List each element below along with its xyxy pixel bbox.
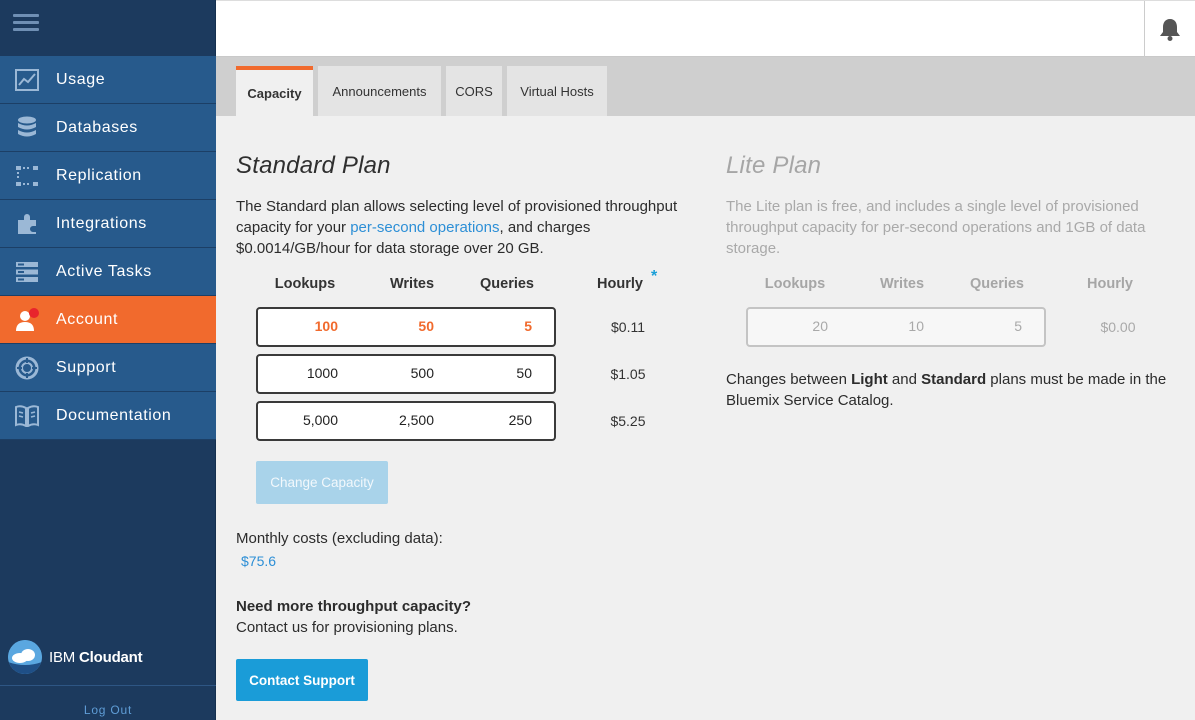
hamburger-menu-icon[interactable]	[13, 14, 39, 34]
lookups-value: 5,000	[302, 412, 338, 428]
queries-value: 50	[516, 365, 532, 381]
cloudant-logo-icon	[8, 640, 42, 674]
chart-line-icon	[14, 67, 40, 93]
column-header-writes: Writes	[879, 276, 925, 292]
hourly-footnote-marker: *	[651, 268, 658, 285]
queries-value: 5	[1014, 318, 1022, 334]
queries-value: 250	[508, 412, 532, 428]
queries-value: 5	[524, 318, 532, 334]
note-text: and	[887, 371, 922, 388]
lite-plan-description: The Lite plan is free, and includes a si…	[726, 198, 1146, 257]
logo-text: IBM Cloudant	[49, 648, 143, 666]
column-header-writes: Writes	[389, 276, 435, 292]
contact-support-button[interactable]: Contact Support	[236, 659, 368, 701]
tab-virtual-hosts[interactable]: Virtual Hosts	[507, 66, 607, 116]
lookups-value: 20	[812, 318, 828, 334]
replication-icon	[14, 163, 40, 189]
note-light: Light	[851, 371, 888, 388]
column-header-lookups: Lookups	[764, 276, 826, 292]
database-icon	[14, 115, 40, 141]
standard-plan-title: Standard Plan	[236, 152, 391, 179]
lookups-value: 100	[314, 318, 338, 334]
divider	[0, 685, 216, 686]
book-icon	[14, 403, 40, 429]
note-standard: Standard	[921, 371, 987, 388]
sidebar-item-integrations[interactable]: Integrations	[0, 200, 216, 248]
sidebar-item-label: Integrations	[56, 214, 147, 232]
change-capacity-button[interactable]: Change Capacity	[256, 461, 388, 504]
more-throughput-heading: Need more throughput capacity?	[236, 598, 472, 615]
hourly-price: $1.05	[610, 366, 646, 382]
tasks-list-icon	[14, 259, 40, 285]
capacity-option-row[interactable]: 100 50 5	[256, 307, 556, 347]
sidebar-item-label: Account	[56, 310, 119, 328]
tab-announcements[interactable]: Announcements	[318, 66, 441, 116]
sidebar-item-usage[interactable]: Usage	[0, 56, 216, 104]
sidebar-item-account[interactable]: Account	[0, 296, 216, 344]
hourly-price: $5.25	[610, 413, 646, 429]
lifebuoy-icon	[14, 355, 40, 381]
monthly-costs-value: $75.6	[241, 553, 277, 569]
top-header	[216, 0, 1195, 57]
writes-value: 500	[410, 365, 434, 381]
sidebar-item-documentation[interactable]: Documentation	[0, 392, 216, 440]
tab-cors[interactable]: CORS	[446, 66, 502, 116]
logo-prefix: IBM	[49, 648, 76, 666]
writes-value: 2,500	[398, 412, 434, 428]
lite-plan-title: Lite Plan	[726, 152, 822, 179]
lookups-value: 1000	[306, 365, 338, 381]
writes-value: 10	[908, 318, 924, 334]
column-header-lookups: Lookups	[274, 276, 336, 292]
tab-capacity[interactable]: Capacity	[236, 66, 313, 116]
sidebar-item-active-tasks[interactable]: Active Tasks	[0, 248, 216, 296]
sidebar-item-label: Databases	[56, 118, 138, 136]
contact-text: Contact us for provisioning plans.	[236, 619, 458, 636]
sidebar-item-databases[interactable]: Databases	[0, 104, 216, 152]
per-second-operations-link[interactable]: per-second operations	[350, 219, 499, 236]
standard-plan-description: The Standard plan allows selecting level…	[236, 196, 696, 259]
bell-icon	[1160, 19, 1180, 41]
user-account-icon	[14, 307, 40, 333]
sidebar-item-label: Support	[56, 358, 117, 376]
note-text: Changes between	[726, 371, 852, 388]
sidebar-nav: Usage Databases Replication Integrations…	[0, 56, 216, 440]
sidebar-item-label: Active Tasks	[56, 262, 152, 280]
sidebar: Usage Databases Replication Integrations…	[0, 0, 216, 720]
capacity-option-row[interactable]: 5,000 2,500 250	[256, 401, 556, 441]
sidebar-item-replication[interactable]: Replication	[0, 152, 216, 200]
monthly-costs-label: Monthly costs (excluding data):	[236, 530, 443, 547]
sidebar-item-label: Replication	[56, 166, 142, 184]
logo-brand: Cloudant	[79, 648, 143, 666]
capacity-option-row[interactable]: 1000 500 50	[256, 354, 556, 394]
column-header-hourly: Hourly	[1087, 276, 1133, 292]
writes-value: 50	[418, 318, 434, 334]
sidebar-item-label: Usage	[56, 70, 106, 88]
hourly-price: $0.11	[611, 319, 645, 335]
logout-link[interactable]: Log Out	[0, 703, 216, 717]
puzzle-piece-icon	[14, 211, 40, 237]
lite-capacity-option-row: 20 10 5	[746, 307, 1046, 347]
column-header-queries: Queries	[480, 276, 534, 292]
notifications-button[interactable]	[1144, 1, 1195, 57]
hourly-price: $0.00	[1100, 319, 1136, 335]
sidebar-item-label: Documentation	[56, 406, 172, 424]
column-header-queries: Queries	[970, 276, 1024, 292]
plan-change-note: Changes between Light and Standard plans…	[726, 369, 1176, 411]
ibm-cloudant-logo: IBM Cloudant	[8, 640, 143, 674]
sidebar-item-support[interactable]: Support	[0, 344, 216, 392]
tab-bar: Capacity Announcements CORS Virtual Host…	[216, 57, 1195, 116]
